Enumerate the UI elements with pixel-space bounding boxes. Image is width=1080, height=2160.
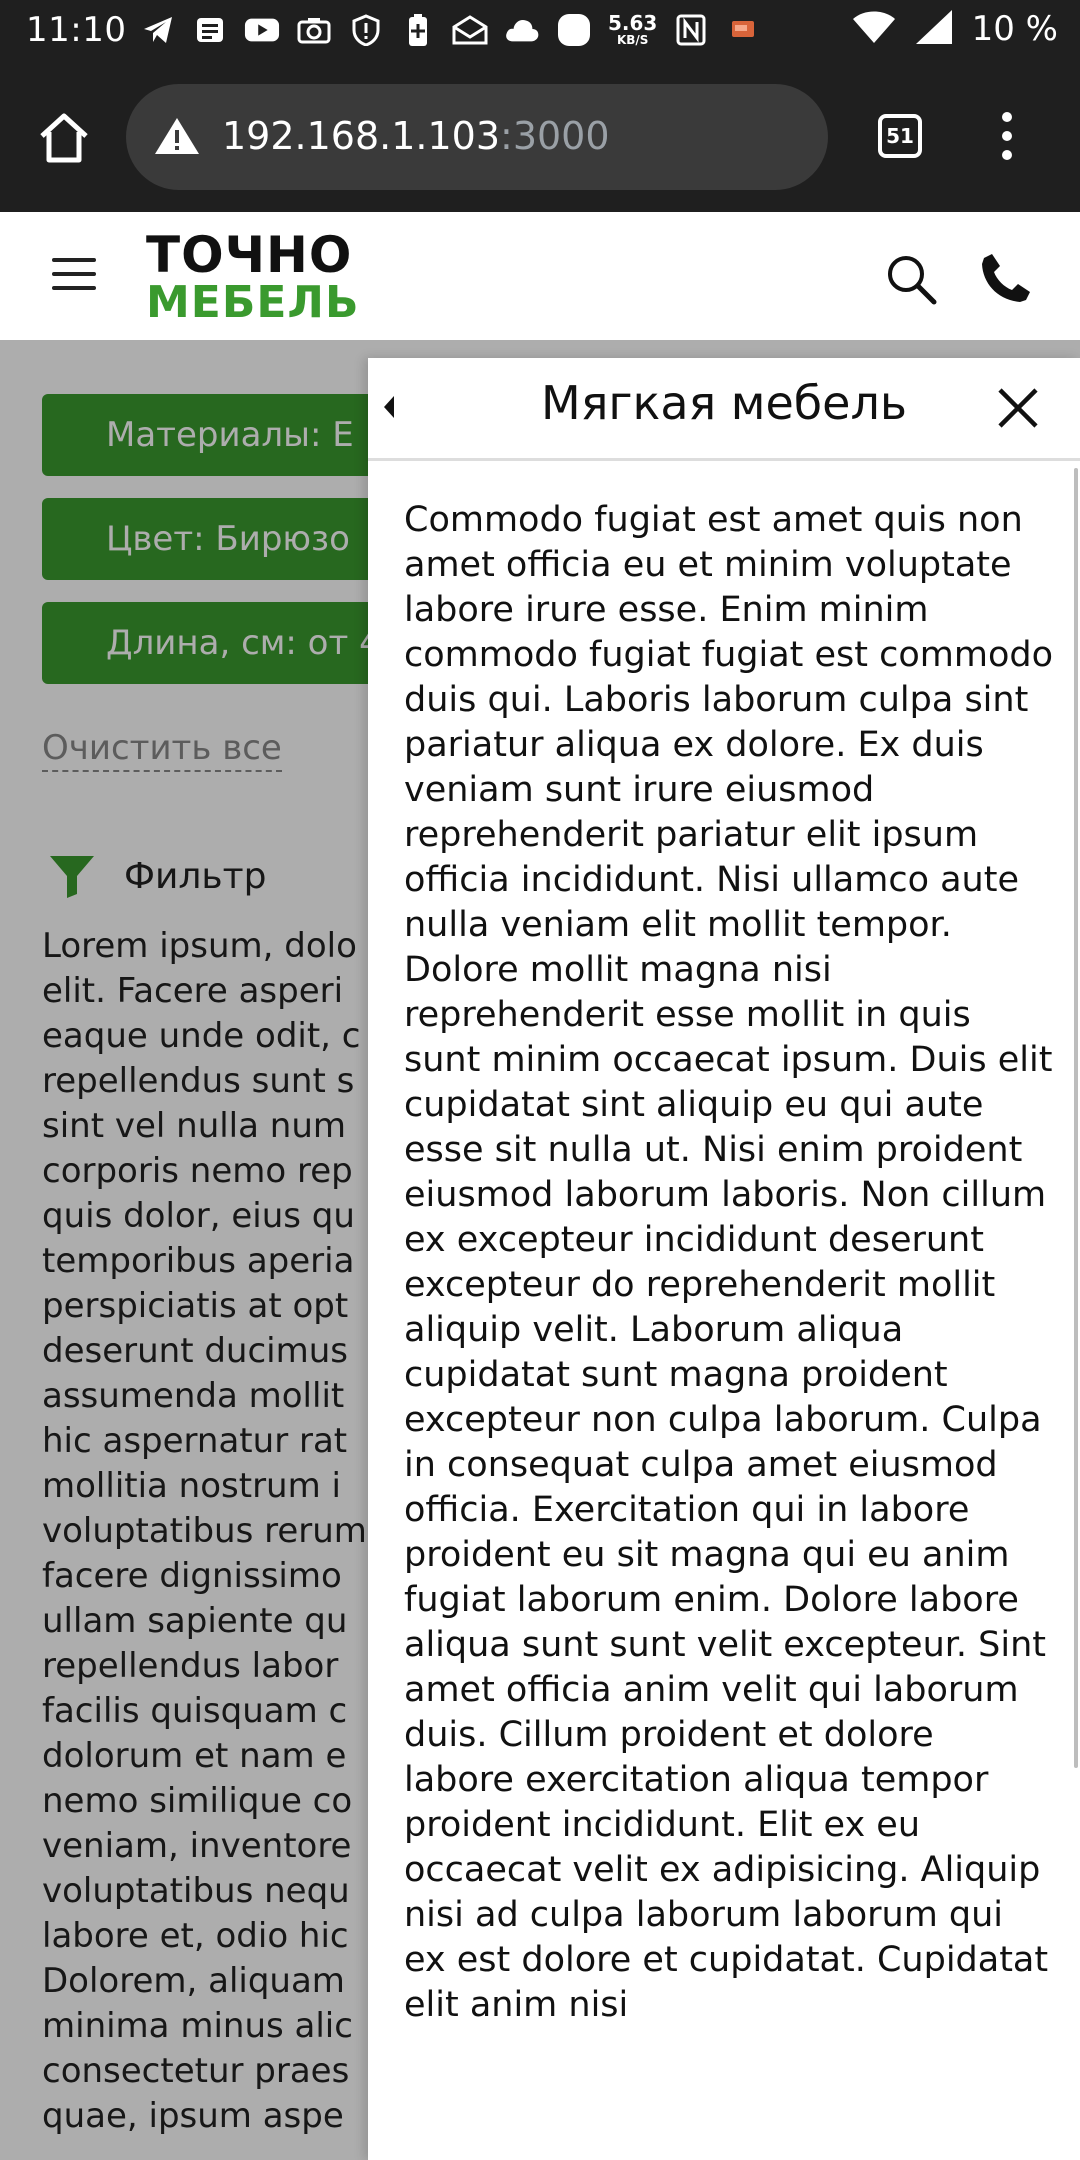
signal-icon [914,8,954,50]
browser-menu-button[interactable] [994,112,1020,168]
browser-toolbar: 192.168.1.103:3000 51 [0,62,1080,212]
url-host: 192.168.1.103 [222,114,501,158]
cloud-icon [504,12,540,48]
site-header: ТОЧНО МЕБЕЛЬ [0,212,1080,341]
battery-saver-icon [400,12,436,48]
drawer-description: Commodo fugiat est amet quis non amet of… [404,500,1054,2025]
logo-bottom-text: МЕБЕЛЬ [146,277,360,328]
phone-icon[interactable] [980,252,1032,304]
hamburger-menu-icon[interactable] [52,258,96,292]
drawer-header: Мягкая мебель [368,358,1080,461]
site-logo[interactable]: ТОЧНО МЕБЕЛЬ [146,230,360,326]
nfc-icon [673,12,709,48]
system-status: 10 % [852,8,1058,50]
camera-icon [296,12,332,48]
url-port: :3000 [500,114,610,158]
telegram-icon [140,12,176,48]
home-icon [40,113,88,163]
category-drawer: Мягкая мебель Commodo fugiat est amet qu… [368,358,1080,2160]
cast-icon [725,12,761,48]
app-icon [556,12,592,48]
wifi-icon [852,9,896,49]
network-speed: 5.63 KB/S [608,11,658,47]
search-icon[interactable] [884,252,938,306]
drawer-title: Мягкая мебель [541,376,907,430]
logo-top-text: ТОЧНО [146,226,353,284]
youtube-icon [244,12,280,48]
warning-icon[interactable] [154,116,200,156]
notification-icons: 5.63 KB/S [140,12,761,48]
close-icon[interactable] [996,386,1040,430]
battery-level: 10 % [971,9,1058,49]
status-time: 11:10 [26,10,127,50]
address-bar[interactable]: 192.168.1.103:3000 [126,84,828,190]
url-text[interactable]: 192.168.1.103:3000 [222,114,610,158]
status-bar: 11:10 5.63 KB/S 10 % [0,0,1080,62]
home-button[interactable] [36,110,92,166]
mail-icon [452,12,488,48]
shield-icon [348,12,384,48]
news-icon [192,12,228,48]
tab-switcher-button[interactable]: 51 [878,114,922,158]
drawer-scrollbar[interactable] [1074,468,1078,1768]
